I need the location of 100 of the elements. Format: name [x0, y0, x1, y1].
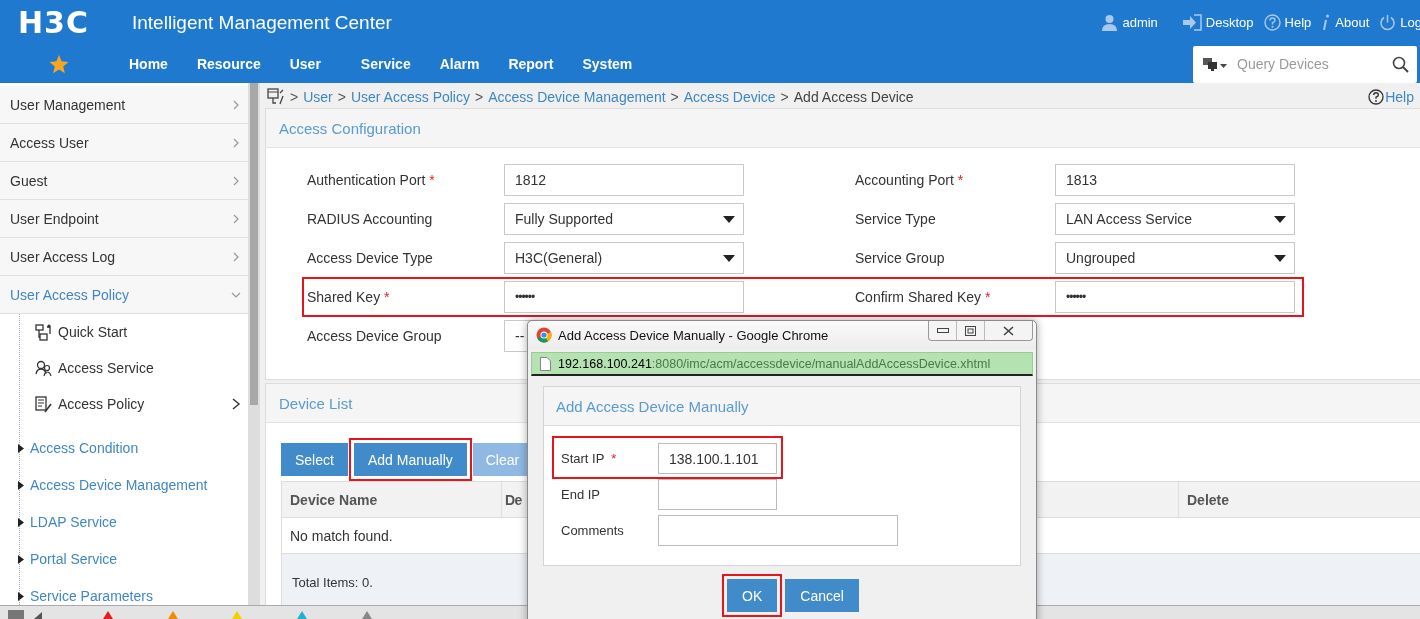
nav-menu-item[interactable]: Service — [360, 56, 411, 72]
tree-item[interactable]: Access Device Management — [18, 474, 248, 496]
dropdown[interactable]: Fully Supported — [504, 203, 744, 235]
scrollbar[interactable] — [248, 83, 260, 605]
browser-logo-icon — [536, 327, 552, 343]
text-field[interactable]: 138.100.1.101 — [658, 443, 777, 474]
window-title: Add Access Device Manually - Google Chrome — [558, 327, 829, 343]
tree-item[interactable]: Access Condition — [18, 437, 248, 459]
dropdown-caret-icon — [723, 215, 735, 223]
field-label: Start IP * — [561, 451, 618, 466]
text-field[interactable]: 1812 — [504, 164, 744, 196]
action-button[interactable]: Add Manually — [353, 443, 467, 476]
breadcrumb-separator: > — [780, 88, 789, 105]
dialog-button[interactable]: Cancel — [785, 579, 859, 612]
text-field[interactable] — [658, 479, 777, 510]
nav-menu-item[interactable]: Alarm — [439, 56, 480, 72]
header-link[interactable]: Desktop — [1181, 14, 1254, 31]
sign-in-icon — [1181, 14, 1202, 31]
field-label: Service Type — [855, 211, 937, 227]
tree-item[interactable]: LDAP Service — [18, 511, 248, 533]
breadcrumb-link[interactable]: User — [303, 88, 333, 105]
close-icon — [1003, 325, 1014, 336]
chevron-icon — [231, 99, 241, 110]
dialog-button[interactable]: OK — [727, 579, 778, 612]
dropdown[interactable]: H3C(General) — [504, 242, 744, 274]
minimize-icon — [936, 327, 949, 334]
sidebar-item[interactable]: User Access Log — [0, 238, 248, 276]
column-header: Device Name — [282, 482, 502, 517]
field-label: Accounting Port * — [855, 172, 965, 188]
dropdown-caret-icon — [1274, 215, 1286, 223]
field-label: Authentication Port * — [307, 172, 436, 188]
dropdown[interactable]: LAN Access Service — [1055, 203, 1295, 235]
expand-triangle-icon — [18, 443, 24, 453]
sidebar-item[interactable]: User Access Policy — [0, 276, 248, 314]
page-icon — [540, 356, 551, 371]
field-label: End IP — [561, 487, 602, 502]
chevron-icon — [231, 175, 241, 186]
header-link[interactable]: admin — [1101, 14, 1158, 31]
breadcrumb-link[interactable]: User Access Policy — [350, 88, 470, 105]
search-field[interactable]: Query Devices — [1193, 45, 1417, 83]
breadcrumb-separator: > — [670, 88, 679, 105]
dropdown-caret-icon — [723, 254, 735, 262]
text-field[interactable]: 1813 — [1055, 164, 1295, 196]
sidebar-item[interactable]: User Management — [0, 86, 248, 124]
chevron-icon — [231, 137, 241, 148]
breadcrumb-icon — [267, 88, 285, 105]
field-label: Comments — [561, 523, 625, 538]
favorites-star-icon[interactable] — [49, 54, 69, 74]
chevron-icon — [231, 213, 241, 224]
column-header: Delete — [1179, 482, 1420, 517]
document-icon — [35, 395, 52, 413]
nav-menu-item[interactable]: User — [289, 56, 321, 72]
breadcrumb-separator: > — [475, 88, 484, 105]
address-bar[interactable]: 192.168.100.241:8080/imc/acm/accessdevice/manualAddAccessDevice.xhtml — [531, 352, 1033, 376]
expand-triangle-icon — [18, 591, 24, 601]
nav-menu-item[interactable]: Home — [129, 56, 168, 72]
users-icon — [35, 359, 52, 377]
breadcrumb-current: Add Access Device — [793, 88, 914, 105]
power-icon — [1379, 14, 1397, 31]
tree-item[interactable]: Access Policy — [20, 386, 248, 422]
header-link[interactable]: About — [1321, 14, 1370, 31]
password-field[interactable]: •••••• — [1055, 281, 1295, 313]
tree-item[interactable]: Portal Service — [18, 548, 248, 570]
field-label: Confirm Shared Key * — [855, 289, 992, 305]
help-icon — [1263, 14, 1281, 31]
password-field[interactable]: •••••• — [504, 281, 744, 313]
sidebar-item[interactable]: User Endpoint — [0, 200, 248, 238]
expand-triangle-icon — [18, 554, 24, 564]
sidebar-item[interactable]: Access User — [0, 124, 248, 162]
help-link[interactable]: Help — [1368, 88, 1414, 105]
tree-item[interactable]: Access Service — [20, 350, 248, 386]
devices-dropdown-icon[interactable] — [1203, 56, 1229, 72]
expand-triangle-icon — [18, 480, 24, 490]
field-label: Service Group — [855, 250, 946, 266]
maximize-icon — [965, 325, 976, 336]
dropdown-caret-icon — [1274, 254, 1286, 262]
nav-menu-item[interactable]: Report — [508, 56, 554, 72]
search-icon[interactable] — [1392, 55, 1409, 73]
dialog-heading: Add Access Device Manually — [556, 397, 749, 415]
nav-menu-item[interactable]: System — [582, 56, 633, 72]
breadcrumb-link[interactable]: Access Device Management — [488, 88, 666, 105]
field-label: Access Device Type — [307, 250, 434, 266]
user-icon — [1101, 14, 1119, 31]
expand-triangle-icon — [18, 517, 24, 527]
panel-title: Access Configuration — [279, 119, 421, 137]
sidebar-item[interactable]: Guest — [0, 162, 248, 200]
breadcrumb-link[interactable]: Access Device — [683, 88, 776, 105]
tree-item[interactable]: Quick Start — [20, 314, 248, 350]
panel-title: Device List — [279, 394, 353, 412]
tree-item[interactable]: Service Parameters — [18, 585, 248, 607]
total-items: Total Items: 0. — [292, 575, 373, 590]
header-link[interactable]: Help — [1263, 14, 1312, 31]
action-button[interactable]: Select — [281, 443, 348, 476]
field-label: Access Device Group — [307, 328, 443, 344]
nav-menu-item[interactable]: Resource — [196, 56, 261, 72]
info-icon — [1321, 14, 1332, 31]
field-label: RADIUS Accounting — [307, 211, 434, 227]
dropdown[interactable]: Ungrouped — [1055, 242, 1295, 274]
text-field[interactable] — [658, 515, 898, 546]
flowchart-icon — [35, 323, 52, 341]
